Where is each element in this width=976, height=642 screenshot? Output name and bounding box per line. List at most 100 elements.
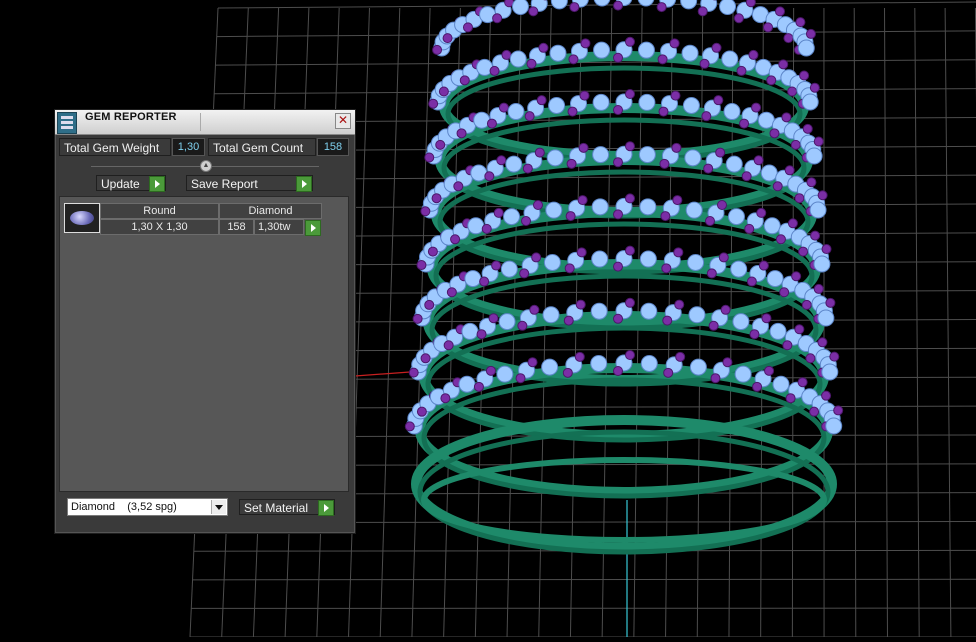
gem-stone [510,51,526,67]
prong [762,314,771,323]
prong [413,314,422,323]
prong [757,208,766,217]
prong [822,245,831,254]
prong [806,29,815,38]
prong [563,368,572,377]
prong [429,99,438,108]
gem-stone [724,104,740,120]
prong [698,7,707,16]
app-icon [57,112,77,134]
prong [663,316,672,325]
prong [660,159,669,168]
set-material-button[interactable]: Set Material [239,499,335,515]
gem-stone [468,218,484,234]
prong [409,368,418,377]
gem-stone [543,307,559,323]
gem-stone [462,323,478,339]
ring-stack-model[interactable] [405,0,842,552]
prong [765,366,774,375]
divider-knob-icon[interactable]: ▲ [200,160,212,172]
prong [664,368,673,377]
prong [747,277,756,286]
gem-stone [758,112,774,128]
gem-stone [594,42,610,58]
prong [822,391,831,400]
prong [674,248,683,257]
gem-size-cell: 1,30 X 1,30 [100,219,219,235]
prong [614,367,623,376]
prong [750,330,759,339]
prong [522,216,531,225]
gem-stone [506,156,522,172]
gem-stone [802,94,818,110]
prong [575,352,584,361]
prong [489,314,498,323]
prong [480,277,489,286]
prong [657,3,666,12]
gem-stone [504,209,520,225]
gem-stone [826,418,842,434]
prong [759,261,768,270]
prong [803,124,812,133]
prong [818,338,827,347]
gem-reporter-panel: GEM REPORTER ✕ Total Gem Weight 1,30 Tot… [54,109,356,534]
prong [764,23,773,32]
gem-stone [818,310,834,326]
prong [433,45,442,54]
close-icon[interactable]: ✕ [335,113,351,129]
prong [753,382,762,391]
play-icon[interactable] [305,220,321,236]
prong [425,300,434,309]
prong [721,305,730,314]
prong [716,148,725,157]
prong [670,39,679,48]
grid-line [854,8,856,637]
panel-titlebar[interactable]: GEM REPORTER ✕ [55,110,355,135]
prong [675,300,684,309]
gem-list-item[interactable]: Round Diamond 1,30 X 1,30 158 1,30tw [64,201,320,235]
play-icon [296,176,312,192]
prong [405,422,414,431]
prong [523,164,532,173]
prong [671,91,680,100]
prong [439,87,448,96]
prong [626,246,635,255]
prong [662,264,671,273]
prong [474,382,483,391]
prong [826,298,835,307]
material-select[interactable]: Diamond (3,52 spg) [67,498,228,516]
prong [773,182,782,191]
gem-stone [689,307,705,323]
prong [737,66,746,75]
gem-stone [638,42,654,58]
prong [834,406,843,415]
prong [626,194,635,203]
prong [800,71,809,80]
prong [492,261,501,270]
gem-stone [641,355,657,371]
prong [810,407,819,416]
prong [672,143,681,152]
total-gem-weight-label: Total Gem Weight [59,138,171,156]
gem-stone [592,199,608,215]
prong [661,212,670,221]
gem-stone [639,94,655,110]
gem-stone [551,0,567,9]
prong [578,196,587,205]
gem-stone [640,251,656,267]
gem-stone [731,261,747,277]
prong [490,66,499,75]
gem-stone [798,40,814,56]
play-icon [318,500,334,516]
gem-stone [764,218,780,234]
prong [711,374,720,383]
dropdown-arrow-icon[interactable] [211,500,226,514]
prong [707,269,716,278]
update-button[interactable]: Update [96,175,166,191]
prong [658,55,667,64]
gem-stone [547,150,563,166]
prong [746,0,755,7]
gem-stone [686,202,702,218]
save-report-button[interactable]: Save Report [186,175,313,191]
prong [795,194,804,203]
